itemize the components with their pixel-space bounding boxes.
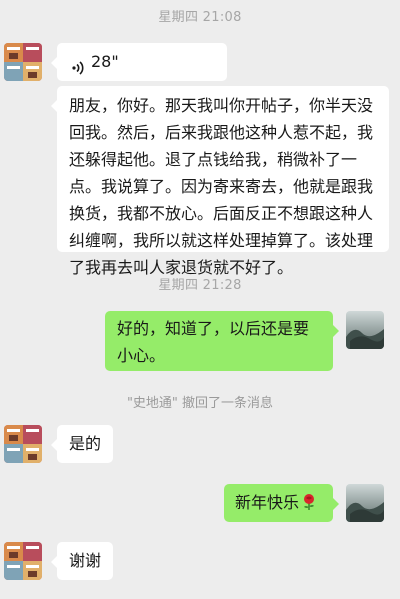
timestamp: 星期四 21:08 [158,10,242,25]
voice-wave-icon [71,56,85,83]
timestamp: 星期四 21:28 [158,278,242,293]
message-text: 谢谢 [69,551,102,570]
contact-avatar[interactable] [4,542,42,580]
contact-avatar[interactable] [4,425,42,463]
message-text: 新年快乐 [235,493,300,512]
recall-notice: "史地通" 撤回了一条消息 [126,396,274,411]
self-avatar[interactable] [346,311,384,349]
voice-message-bubble[interactable]: 28" [51,43,227,83]
outgoing-message-bubble[interactable]: 好的，知道了，以后还是要小心。 [105,311,339,371]
text-message-bubble[interactable]: 是的 [51,425,113,463]
message-text: 好的，知道了，以后还是要小心。 [117,319,310,365]
voice-duration: 28" [91,52,119,71]
self-avatar[interactable] [346,484,384,522]
text-message-bubble[interactable]: 朋友，你好。那天我叫你开帖子，你半天没回我。然后，后来我跟他这种人惹不起，我还躲… [51,86,389,277]
outgoing-message-bubble[interactable]: 新年快乐 [224,484,339,522]
message-text: 朋友，你好。那天我叫你开帖子，你半天没回我。然后，后来我跟他这种人惹不起，我还躲… [69,96,374,277]
message-text: 是的 [69,434,102,453]
rose-emoji-icon [301,492,317,519]
text-message-bubble[interactable]: 谢谢 [51,542,113,580]
contact-avatar[interactable] [4,43,42,81]
